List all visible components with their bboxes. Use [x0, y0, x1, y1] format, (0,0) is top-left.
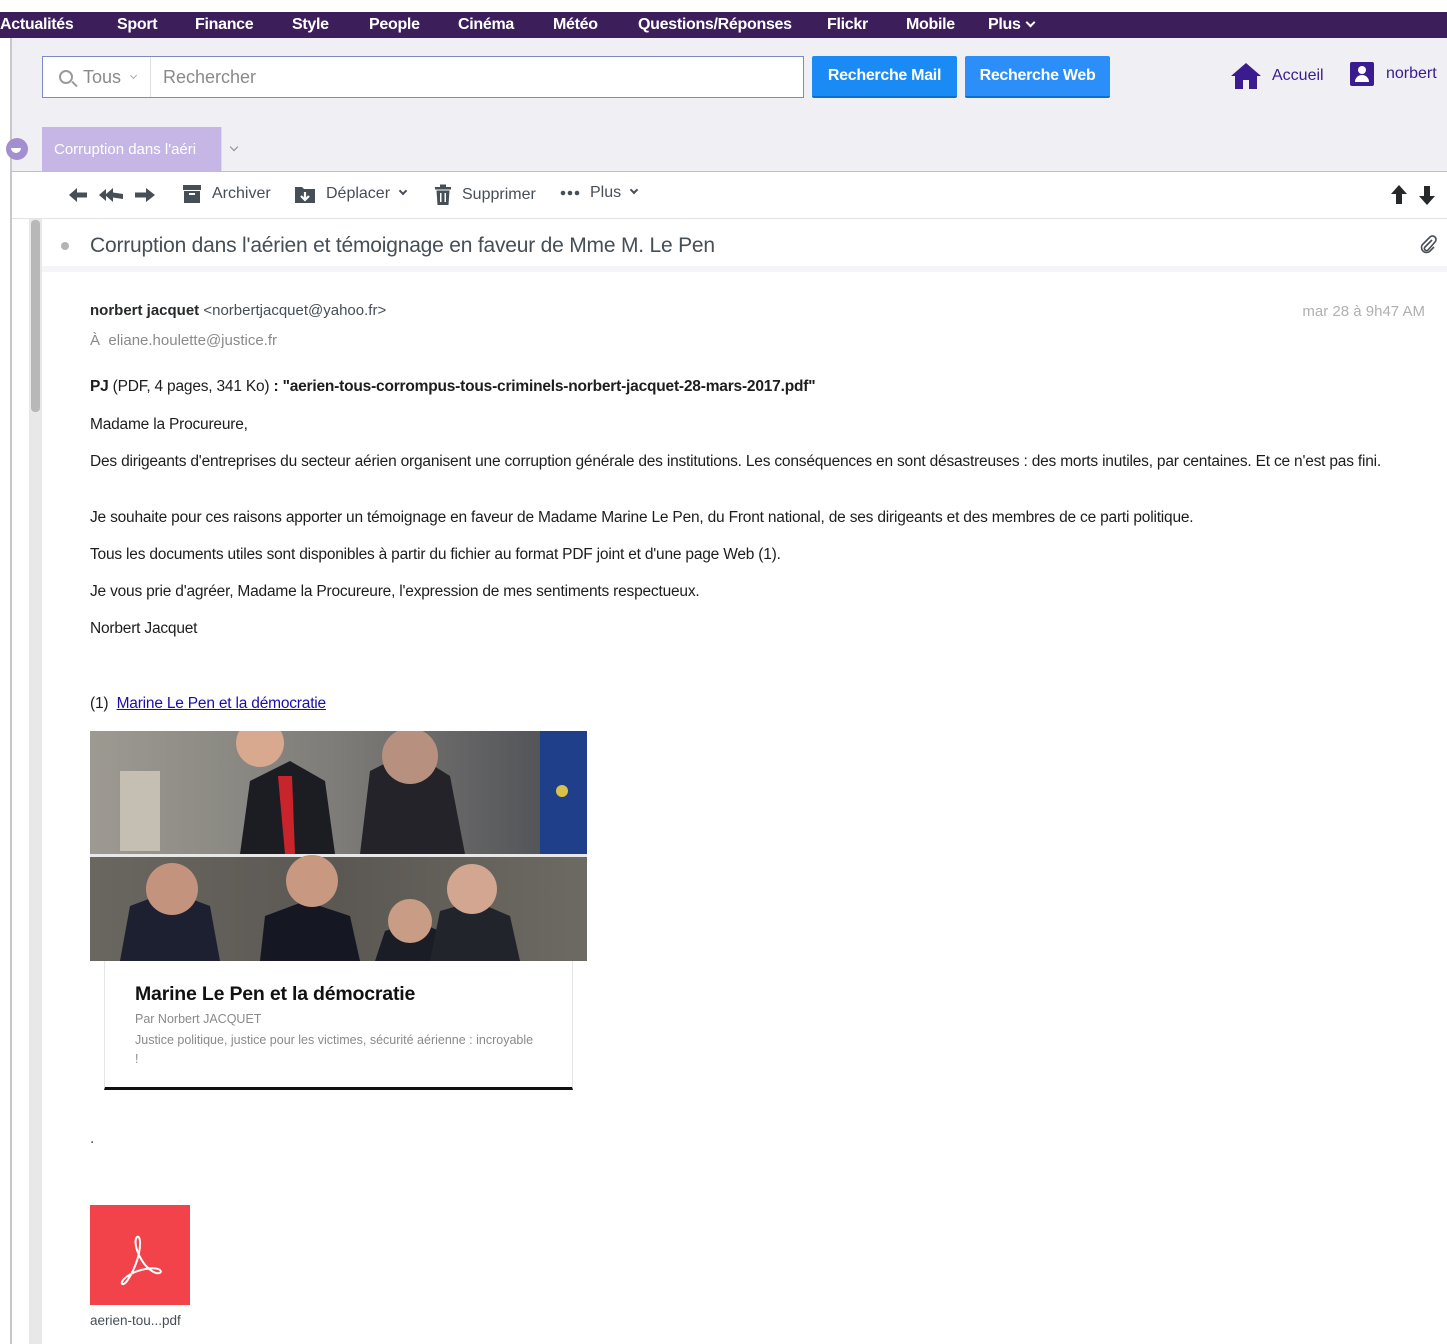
nav-style[interactable]: Style	[292, 16, 329, 34]
preview-card-title: Marine Le Pen et la démocratie	[135, 983, 416, 1005]
forward-button[interactable]	[134, 184, 156, 206]
reply-all-icon	[99, 188, 123, 202]
message-date: mar 28 à 9h47 AM	[1302, 303, 1425, 320]
left-border	[10, 38, 12, 1344]
chevron-down-icon	[629, 185, 639, 195]
sender-email: <norbertjacquet@yahoo.fr>	[203, 302, 387, 319]
previous-message-button[interactable]	[1390, 184, 1408, 206]
more-button[interactable]: Plus	[560, 184, 639, 202]
paragraph-4: Je vous prie d'agréer, Madame la Procure…	[90, 583, 700, 600]
tab-message[interactable]: Corruption dans l'aéri	[42, 127, 221, 171]
chevron-down-icon	[398, 186, 408, 196]
nav-people[interactable]: People	[369, 16, 420, 34]
attachment-prefix: PJ	[90, 378, 109, 395]
attachment-clip-icon	[1419, 234, 1437, 259]
archive-button[interactable]: Archiver	[182, 184, 271, 204]
nav-plus[interactable]: Plus	[988, 16, 1036, 34]
message-toolbar: Archiver Déplacer Supprimer Plus	[12, 172, 1447, 219]
home-icon	[1231, 63, 1261, 89]
nav-questions-reponses[interactable]: Questions/Réponses	[638, 16, 792, 34]
recipient-prefix: À	[90, 332, 101, 349]
attachment-title: : "aerien-tous-corrompus-tous-criminels-…	[273, 378, 816, 395]
politicians-photo	[90, 731, 587, 961]
attachment-meta: (PDF, 4 pages, 341 Ko)	[108, 378, 274, 395]
preview-card-image[interactable]	[90, 731, 587, 961]
top-nav: Actualités Sport Finance Style People Ci…	[0, 12, 1447, 38]
trailing-dot: .	[90, 1130, 95, 1147]
search-scope-label: Tous	[83, 66, 122, 87]
delete-label: Supprimer	[462, 186, 536, 203]
reply-all-button[interactable]	[98, 184, 124, 206]
user-icon	[1350, 62, 1374, 86]
signature: Norbert Jacquet	[90, 620, 198, 637]
move-label: Déplacer	[326, 185, 391, 202]
nav-cinema[interactable]: Cinéma	[458, 16, 514, 34]
scrollbar-thumb[interactable]	[31, 220, 40, 412]
ellipsis-icon	[560, 190, 580, 196]
nav-actualites[interactable]: Actualités	[0, 16, 74, 34]
nav-sport[interactable]: Sport	[117, 16, 158, 34]
paragraph-1: Des dirigeants d'entreprises du secteur …	[90, 453, 1382, 470]
trash-icon	[435, 184, 451, 205]
nav-plus-label: Plus	[988, 16, 1021, 33]
read-status-dot[interactable]	[61, 242, 69, 250]
forward-icon	[135, 188, 155, 202]
sender[interactable]: norbert jacquet <norbertjacquet@yahoo.fr…	[90, 302, 386, 319]
reply-button[interactable]	[68, 184, 88, 206]
move-folder-icon	[295, 187, 315, 203]
home-label: Accueil	[1272, 67, 1324, 84]
paragraph-2: Je souhaite pour ces raisons apporter un…	[90, 509, 1194, 526]
search-box: Tous	[42, 56, 804, 98]
home-link[interactable]: Accueil	[1230, 62, 1324, 90]
arrow-down-icon	[1419, 186, 1435, 205]
footnote-prefix: (1)	[90, 695, 113, 712]
footnote: (1) Marine Le Pen et la démocratie	[90, 695, 1430, 713]
search-mail-button[interactable]: Recherche Mail	[812, 56, 957, 98]
delete-button[interactable]: Supprimer	[434, 184, 536, 206]
archive-label: Archiver	[212, 185, 271, 202]
search-scope-dropdown[interactable]: Tous	[43, 57, 151, 97]
nav-finance[interactable]: Finance	[195, 16, 254, 34]
arrow-up-icon	[1391, 185, 1407, 204]
pdf-attachment-filename[interactable]: aerien-tou...pdf	[90, 1313, 181, 1328]
preview-card-author: Par Norbert JACQUET	[135, 1012, 262, 1026]
user-name: norbert	[1386, 65, 1437, 82]
pdf-icon	[120, 1235, 162, 1286]
tab-dropdown-button[interactable]	[221, 127, 247, 171]
nav-flickr[interactable]: Flickr	[827, 16, 868, 34]
chevron-down-icon	[1025, 17, 1036, 28]
recipient-email[interactable]: eliane.houlette@justice.fr	[108, 332, 277, 349]
more-label: Plus	[590, 184, 622, 201]
footnote-link[interactable]: Marine Le Pen et la démocratie	[117, 695, 327, 712]
chevron-down-icon	[129, 71, 138, 79]
archive-icon	[183, 185, 201, 203]
reply-icon	[69, 188, 87, 202]
attachment-line: PJ (PDF, 4 pages, 341 Ko) : "aerien-tous…	[90, 378, 1430, 396]
user-menu[interactable]: norbert	[1350, 62, 1437, 86]
nav-meteo[interactable]: Météo	[553, 16, 598, 34]
message-subject: Corruption dans l'aérien et témoignage e…	[90, 234, 715, 257]
smiley-icon[interactable]	[6, 138, 28, 160]
search-input[interactable]	[151, 57, 801, 97]
sender-name: norbert jacquet	[90, 302, 200, 319]
pdf-attachment-thumbnail[interactable]	[90, 1205, 190, 1305]
nav-mobile[interactable]: Mobile	[906, 16, 955, 34]
paragraph-3: Tous les documents utiles sont disponibl…	[90, 546, 781, 563]
preview-card-description: Justice politique, justice pour les vict…	[135, 1033, 534, 1066]
recipient: À eliane.houlette@justice.fr	[90, 332, 277, 349]
search-icon	[59, 70, 73, 84]
search-web-button[interactable]: Recherche Web	[965, 56, 1110, 98]
preview-card[interactable]: Marine Le Pen et la démocratie Par Norbe…	[104, 961, 573, 1090]
subject-row: Corruption dans l'aérien et témoignage e…	[42, 220, 1447, 272]
next-message-button[interactable]	[1418, 184, 1436, 206]
greeting: Madame la Procureure,	[90, 416, 248, 433]
move-button[interactable]: Déplacer	[294, 184, 408, 204]
